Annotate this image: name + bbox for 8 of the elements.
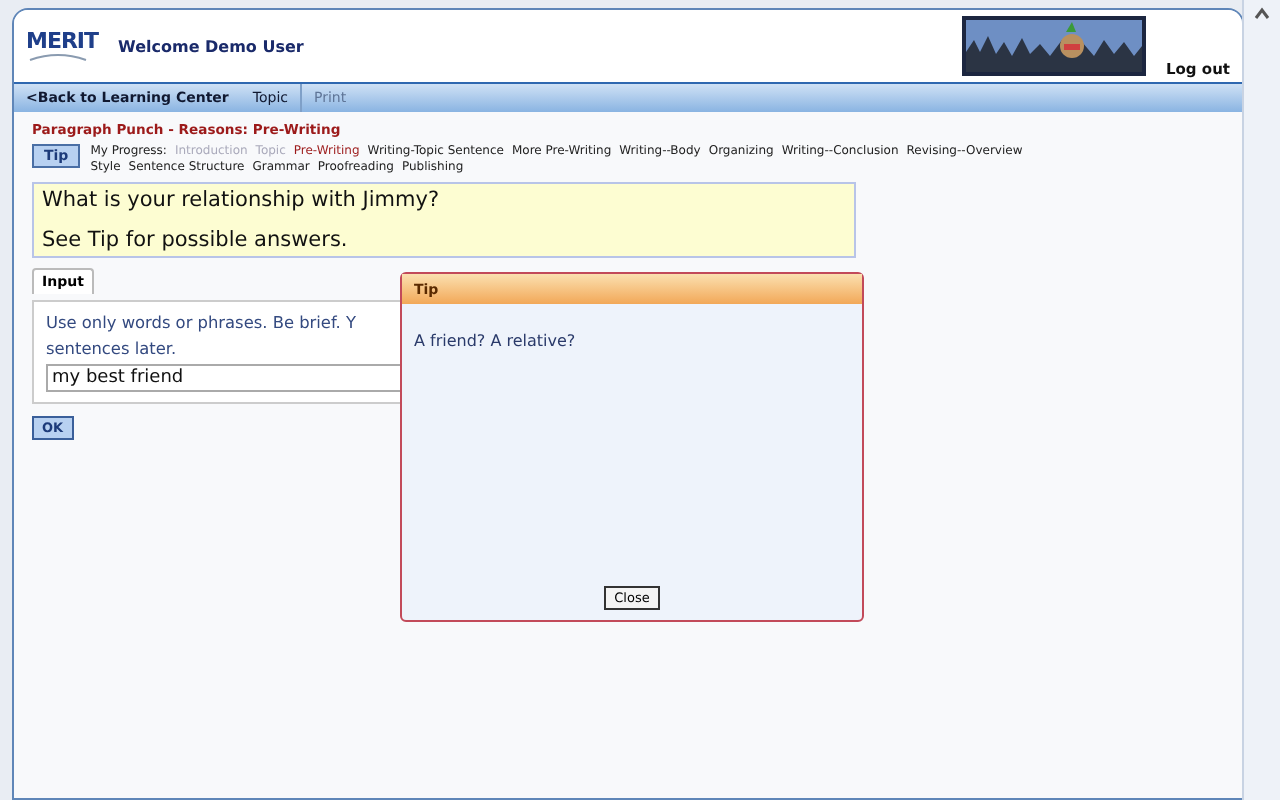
scrollbar[interactable]	[1242, 0, 1280, 800]
instruction-text: Use only words or phrases. Be brief. Y	[46, 312, 356, 332]
logo: MERIT	[26, 29, 99, 63]
welcome-text: Welcome Demo User	[118, 37, 304, 55]
scroll-up-icon[interactable]	[1252, 6, 1272, 22]
tip-text: A friend? A relative?	[414, 332, 576, 350]
instruction-text: sentences later.	[46, 338, 177, 358]
question-box: What is your relationship with Jimmy? See Tip for possible answers.	[32, 182, 856, 258]
